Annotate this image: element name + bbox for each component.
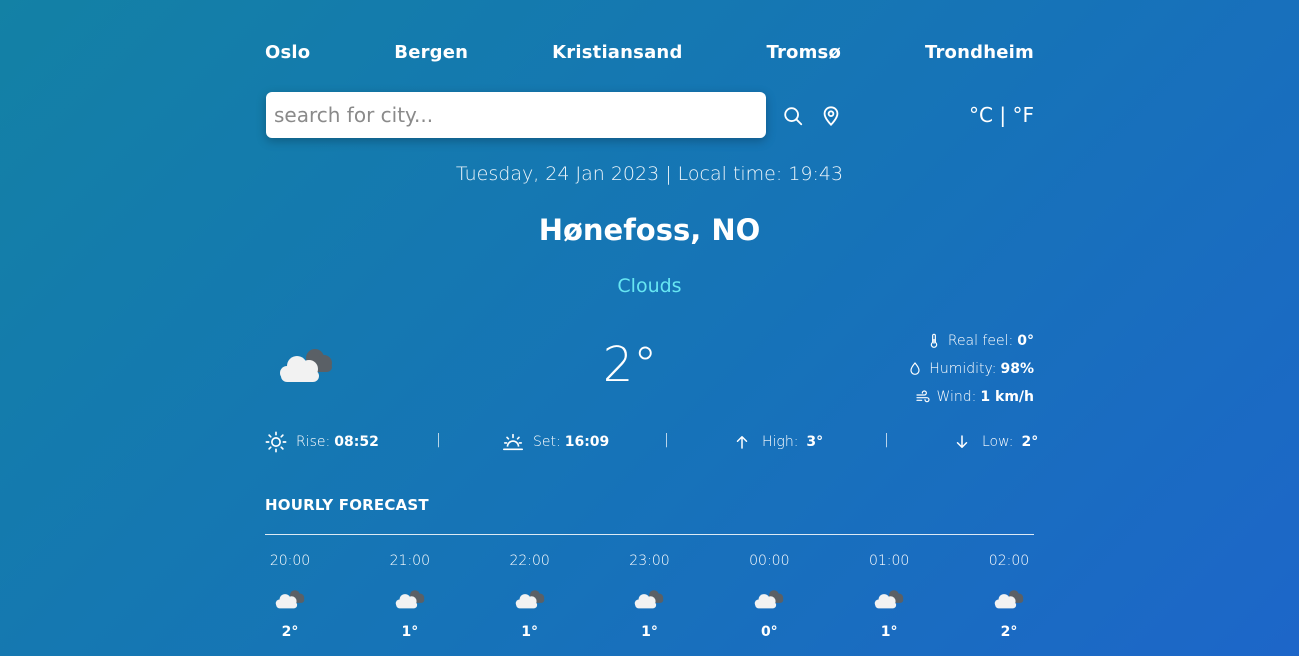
separator: |	[436, 432, 441, 448]
forecast-temp: 1°	[880, 624, 898, 640]
wind-row: Wind: 1 km/h	[834, 383, 1034, 411]
forecast-item: 22:00 1°	[505, 550, 555, 640]
weather-details: Real feel: 0° Humidity: 98% Wind: 1 km/h	[834, 327, 1034, 411]
forecast-time: 23:00	[629, 553, 670, 569]
real-feel-row: Real feel: 0°	[834, 327, 1034, 355]
sunset-icon	[503, 433, 523, 451]
weather-app: Oslo Bergen Kristiansand Tromsø Trondhei…	[265, 0, 1038, 656]
forecast-item: 01:00 1°	[864, 550, 914, 640]
search-input[interactable]	[266, 92, 766, 138]
sunset-item: Set: 16:09	[502, 430, 609, 454]
separator: |	[664, 432, 669, 448]
broken-clouds-icon	[275, 590, 305, 609]
forecast-time: 02:00	[988, 553, 1030, 569]
forecast-item: 02:00 2°	[984, 550, 1034, 640]
broken-clouds-icon	[755, 590, 784, 609]
hourly-forecast-title: HOURLY FORECAST	[265, 496, 429, 514]
forecast-time: 21:00	[389, 553, 430, 569]
wind-icon	[915, 390, 930, 403]
hourly-forecast: 20:00 2° 21:00 1° 22:00 1° 23:00 1° 00:0…	[265, 550, 1034, 640]
date-time: Tuesday, 24 Jan 2023 | Local time: 19:43	[455, 163, 844, 185]
city-link-bergen[interactable]: Bergen	[394, 42, 468, 63]
low-label: Low:	[982, 434, 1014, 450]
forecast-item: 00:00 0°	[744, 550, 794, 640]
sunset-label: Set:	[533, 434, 561, 450]
sun-row: Rise: 08:52 | Set: 16:09 | High: 3° | Lo…	[265, 430, 1038, 454]
forecast-temp: 2°	[1000, 624, 1018, 640]
thermometer-icon	[930, 333, 938, 348]
sunset-value: 16:09	[564, 434, 610, 450]
broken-clouds-icon	[874, 590, 904, 609]
forecast-time: 20:00	[269, 553, 311, 569]
fahrenheit-button[interactable]: °F	[1012, 103, 1034, 127]
forecast-item: 20:00 2°	[265, 550, 315, 640]
real-feel-label: Real feel:	[947, 333, 1014, 349]
broken-clouds-icon	[635, 590, 664, 609]
humidity-row: Humidity: 98%	[834, 355, 1034, 383]
humidity-label: Humidity:	[929, 361, 997, 377]
arrow-down-icon	[956, 435, 968, 448]
forecast-item: 23:00 1°	[624, 550, 674, 640]
droplet-icon	[910, 362, 920, 375]
search-icon[interactable]	[782, 105, 804, 127]
low-item: Low: 2°	[953, 430, 1038, 454]
forecast-temp: 1°	[521, 624, 539, 640]
search-row: °C | °F	[265, 92, 1034, 138]
location-title: Hønefoss, NO	[538, 213, 761, 247]
broken-clouds-icon	[994, 590, 1024, 609]
unit-toggle: °C | °F	[969, 103, 1034, 127]
current-temperature: 2°	[602, 337, 658, 393]
city-link-kristiansand[interactable]: Kristiansand	[552, 42, 682, 63]
forecast-temp: 0°	[760, 624, 778, 640]
broken-clouds-icon	[515, 590, 544, 609]
divider	[265, 534, 1034, 535]
low-value: 2°	[1021, 434, 1039, 450]
forecast-time: 01:00	[868, 553, 910, 569]
high-label: High:	[762, 434, 799, 450]
unit-separator: |	[999, 103, 1007, 127]
forecast-temp: 1°	[641, 624, 658, 640]
city-link-trondheim[interactable]: Trondheim	[925, 42, 1034, 63]
wind-value: 1 km/h	[980, 389, 1034, 405]
forecast-time: 22:00	[509, 553, 550, 569]
city-link-oslo[interactable]: Oslo	[265, 42, 310, 63]
real-feel-value: 0°	[1017, 333, 1034, 349]
sunrise-item: Rise: 08:52	[265, 430, 379, 454]
high-item: High: 3°	[733, 430, 823, 454]
high-value: 3°	[806, 434, 824, 450]
forecast-item: 21:00 1°	[385, 550, 435, 640]
separator: |	[884, 432, 889, 448]
weather-condition: Clouds	[617, 275, 682, 297]
broken-clouds-icon	[395, 590, 425, 609]
sunrise-label: Rise:	[296, 434, 331, 450]
sun-icon	[265, 431, 287, 453]
arrow-up-icon	[736, 436, 748, 449]
humidity-value: 98%	[1000, 361, 1034, 377]
sunrise-value: 08:52	[334, 434, 379, 450]
city-nav: Oslo Bergen Kristiansand Tromsø Trondhei…	[265, 42, 1034, 63]
location-pin-icon[interactable]	[820, 105, 842, 127]
forecast-time: 00:00	[749, 553, 790, 569]
forecast-temp: 1°	[401, 624, 419, 640]
city-link-tromso[interactable]: Tromsø	[766, 42, 841, 63]
wind-label: Wind:	[936, 389, 977, 405]
forecast-temp: 2°	[281, 624, 299, 640]
broken-clouds-icon	[280, 349, 332, 382]
celsius-button[interactable]: °C	[969, 103, 993, 127]
